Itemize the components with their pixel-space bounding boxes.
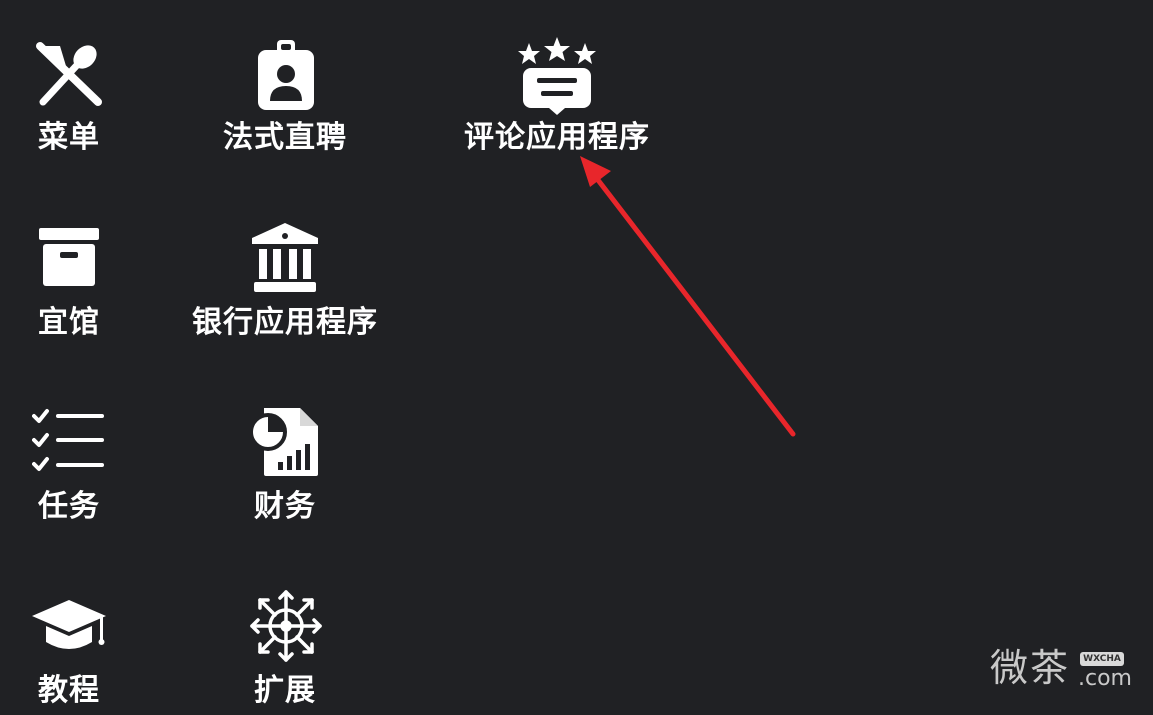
watermark-badge: WXCHA: [1080, 652, 1124, 666]
watermark: 微茶 WXCHA .com: [990, 646, 1140, 696]
watermark-domain: .com: [1078, 666, 1132, 691]
watermark-text: 微茶: [990, 646, 1071, 690]
red-arrow-icon: [580, 156, 796, 437]
